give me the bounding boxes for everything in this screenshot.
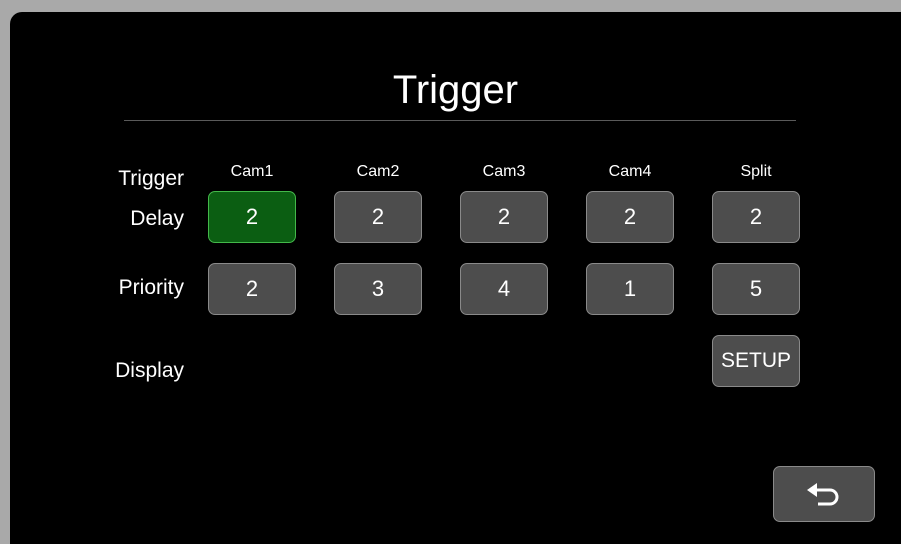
delay-cam4-button[interactable]: 2 [586,191,674,243]
column-header-cam2: Cam2 [356,163,400,180]
column-header-cam4: Cam4 [608,163,652,180]
display-setup-button[interactable]: SETUP [712,335,800,387]
row-label-display: Display [115,359,184,382]
title-divider [124,120,796,121]
priority-cam3-button[interactable]: 4 [460,263,548,315]
row-label-trigger: Trigger [118,167,184,190]
column-header-split: Split [740,163,772,180]
priority-cam2-button[interactable]: 3 [334,263,422,315]
row-label-delay: Delay [130,207,184,230]
delay-cam3-button[interactable]: 2 [460,191,548,243]
trigger-screen: Trigger Trigger Delay Priority Display C… [10,12,901,544]
page-title: Trigger [392,68,519,112]
priority-cam1-button[interactable]: 2 [208,263,296,315]
column-header-cam1: Cam1 [230,163,274,180]
column-header-cam3: Cam3 [482,163,526,180]
device-frame: Trigger Trigger Delay Priority Display C… [0,0,901,544]
row-label-priority: Priority [118,276,184,299]
priority-cam4-button[interactable]: 1 [586,263,674,315]
back-button[interactable] [773,466,875,522]
priority-split-button[interactable]: 5 [712,263,800,315]
delay-cam1-button[interactable]: 2 [208,191,296,243]
back-arrow-icon [807,483,839,506]
delay-split-button[interactable]: 2 [712,191,800,243]
delay-cam2-button[interactable]: 2 [334,191,422,243]
